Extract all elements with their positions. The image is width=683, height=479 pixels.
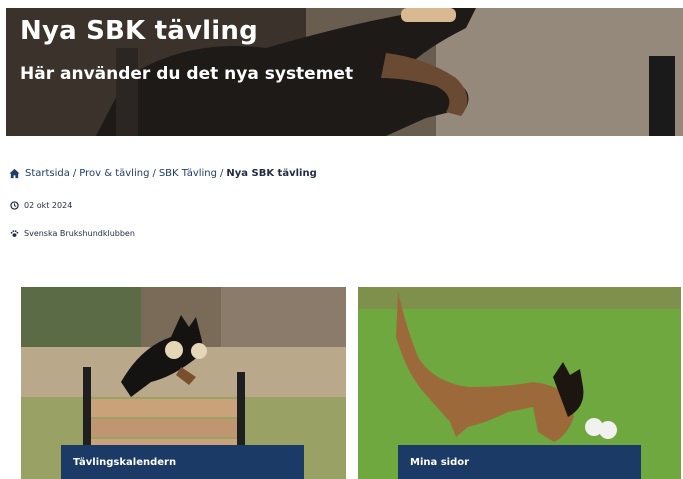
card-mina-sidor[interactable]: Mina sidor — [358, 287, 681, 479]
breadcrumb-link-startsida[interactable]: Startsida — [25, 168, 70, 179]
card-label[interactable]: Mina sidor — [398, 445, 641, 479]
breadcrumb: Startsida / Prov & tävling / SBK Tävling… — [9, 168, 317, 179]
hero-banner: Nya SBK tävling Här använder du det nya … — [6, 8, 683, 136]
breadcrumb-separator: / — [152, 168, 156, 179]
breadcrumb-link-prov-tavling[interactable]: Prov & tävling — [79, 168, 149, 179]
home-icon[interactable] — [9, 168, 20, 179]
breadcrumb-link-sbk-tavling[interactable]: SBK Tävling — [159, 168, 217, 179]
author-organization: Svenska Brukshundklubben — [10, 229, 135, 238]
card-tavlingskalendern[interactable]: Tävlingskalendern — [21, 287, 346, 479]
clock-icon — [10, 201, 19, 210]
publish-date-text: 02 okt 2024 — [24, 201, 73, 210]
card-label[interactable]: Tävlingskalendern — [61, 445, 304, 479]
breadcrumb-current: Nya SBK tävling — [226, 168, 317, 179]
page-subtitle: Här använder du det nya systemet — [20, 64, 354, 84]
breadcrumb-separator: / — [72, 168, 77, 179]
breadcrumb-separator: / — [220, 168, 224, 179]
publish-date: 02 okt 2024 — [10, 201, 72, 210]
page-title: Nya SBK tävling — [20, 16, 258, 46]
paw-icon — [10, 230, 19, 237]
organization-text: Svenska Brukshundklubben — [24, 229, 135, 238]
